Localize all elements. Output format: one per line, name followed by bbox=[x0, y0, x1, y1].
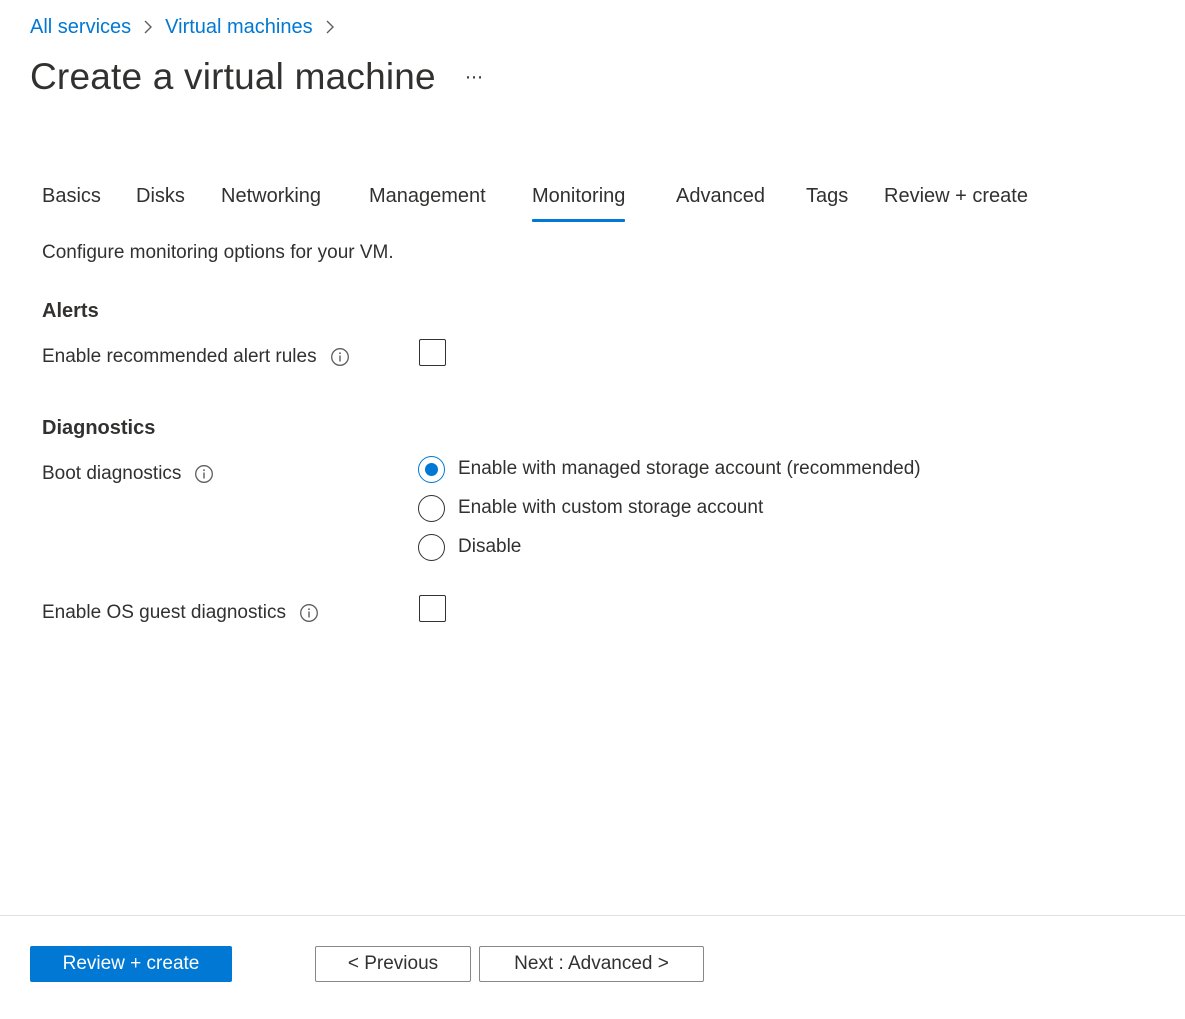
tab-basics[interactable]: Basics bbox=[42, 178, 101, 222]
tab-description: Configure monitoring options for your VM… bbox=[42, 242, 394, 263]
radio-custom-storage[interactable]: Enable with custom storage account bbox=[418, 494, 763, 522]
radio-button-selected[interactable] bbox=[418, 455, 445, 483]
tab-disks[interactable]: Disks bbox=[136, 178, 185, 222]
footer-divider bbox=[0, 915, 1185, 916]
os-guest-diagnostics-label: Enable OS guest diagnostics bbox=[42, 600, 319, 626]
alerts-heading: Alerts bbox=[42, 300, 99, 322]
radio-label: Enable with managed storage account (rec… bbox=[458, 458, 921, 479]
tab-monitoring[interactable]: Monitoring bbox=[532, 178, 626, 222]
radio-disable[interactable]: Disable bbox=[418, 533, 521, 561]
chevron-right-icon bbox=[131, 19, 165, 35]
previous-button[interactable]: < Previous bbox=[315, 946, 471, 982]
radio-button[interactable] bbox=[418, 533, 445, 561]
info-icon[interactable] bbox=[330, 347, 350, 367]
chevron-right-icon bbox=[313, 19, 347, 35]
boot-diagnostics-label: Boot diagnostics bbox=[42, 461, 214, 487]
tab-management[interactable]: Management bbox=[369, 178, 486, 222]
radio-label: Enable with custom storage account bbox=[458, 497, 764, 518]
os-guest-diagnostics-text: Enable OS guest diagnostics bbox=[42, 602, 286, 623]
tab-networking[interactable]: Networking bbox=[221, 178, 321, 222]
tab-advanced[interactable]: Advanced bbox=[676, 178, 765, 222]
recommended-alert-rules-text: Enable recommended alert rules bbox=[42, 346, 317, 367]
radio-managed-storage[interactable]: Enable with managed storage account (rec… bbox=[418, 455, 921, 483]
os-guest-diagnostics-checkbox[interactable] bbox=[419, 595, 446, 622]
info-icon[interactable] bbox=[299, 603, 319, 623]
breadcrumb-virtual-machines[interactable]: Virtual machines bbox=[165, 16, 312, 39]
page-title: Create a virtual machine bbox=[30, 56, 436, 97]
radio-button[interactable] bbox=[418, 494, 445, 522]
boot-diagnostics-text: Boot diagnostics bbox=[42, 463, 182, 484]
review-create-button[interactable]: Review + create bbox=[30, 946, 232, 982]
tab-tags[interactable]: Tags bbox=[806, 178, 848, 222]
recommended-alert-rules-checkbox[interactable] bbox=[419, 339, 446, 366]
info-icon[interactable] bbox=[194, 464, 214, 484]
breadcrumb: All services Virtual machines bbox=[30, 14, 347, 40]
diagnostics-heading: Diagnostics bbox=[42, 417, 156, 439]
more-icon[interactable]: ⋯ bbox=[460, 62, 488, 92]
tab-review-create[interactable]: Review + create bbox=[884, 178, 1028, 222]
breadcrumb-all-services[interactable]: All services bbox=[30, 16, 131, 39]
next-advanced-button[interactable]: Next : Advanced > bbox=[479, 946, 704, 982]
radio-label: Disable bbox=[458, 536, 522, 557]
recommended-alert-rules-label: Enable recommended alert rules bbox=[42, 344, 350, 370]
